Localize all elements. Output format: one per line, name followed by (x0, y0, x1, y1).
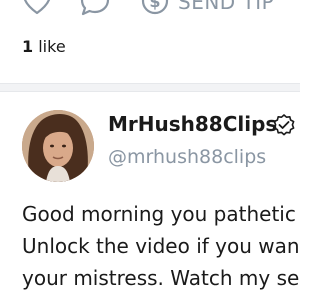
dollar-icon[interactable]: $ (140, 0, 170, 16)
section-divider (0, 83, 300, 92)
svg-text:$: $ (149, 0, 160, 11)
likes-count[interactable]: 1 like (22, 37, 66, 56)
author-handle[interactable]: @mrhush88clips (108, 146, 266, 168)
author-display-name[interactable]: MrHush88Clips (108, 112, 277, 136)
likes-label: like (38, 37, 66, 56)
post-text: Good morning you pathetic Unlock the vid… (22, 198, 300, 294)
post-text-line: your mistress. Watch my se (22, 266, 300, 290)
heart-icon[interactable] (22, 0, 52, 16)
post-text-line: Unlock the video if you want (22, 234, 300, 258)
comment-icon[interactable] (80, 0, 110, 16)
avatar[interactable] (22, 110, 94, 182)
post-view: $ SEND TIP 1 like MrHush88Clips @mrhush8… (0, 0, 300, 300)
post-text-line: Good morning you pathetic (22, 202, 296, 226)
verified-badge-icon (273, 114, 295, 136)
post-actions-bar: $ SEND TIP (0, 0, 300, 16)
send-tip-label[interactable]: SEND TIP (178, 0, 274, 14)
likes-number: 1 (22, 37, 34, 56)
